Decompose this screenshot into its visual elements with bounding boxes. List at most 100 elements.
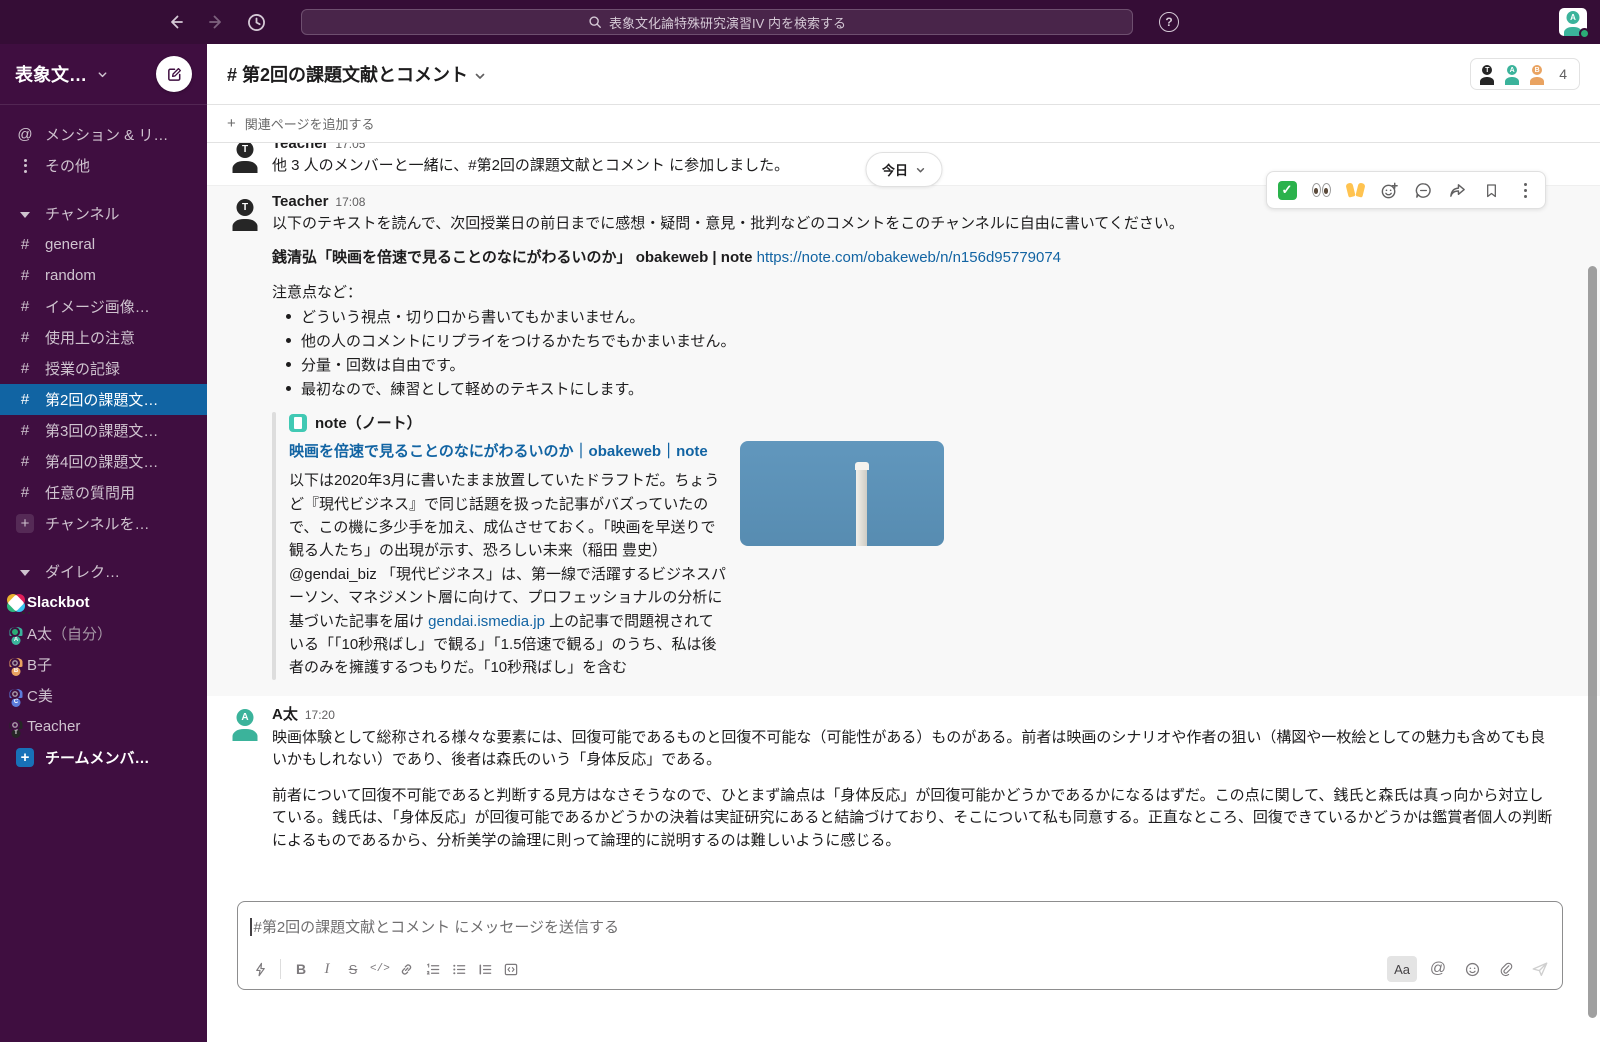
invite-members-button[interactable]: + チームメンバ… <box>0 742 207 773</box>
add-bookmark-label: 関連ページを追加する <box>245 114 375 133</box>
message-timestamp[interactable]: 17:08 <box>335 195 365 209</box>
channel-label: 授業の記録 <box>45 358 120 379</box>
message-input[interactable]: #第2回の課題文献とコメント にメッセージを送信する <box>238 902 1562 949</box>
message-author[interactable]: Teacher <box>272 143 328 152</box>
channels-section-header[interactable]: チャンネル <box>0 198 207 229</box>
sidebar-channel-week2-active[interactable]: #第2回の課題文… <box>0 384 207 415</box>
text-caret <box>250 918 252 936</box>
workspace-header[interactable]: 表象文… <box>0 44 207 105</box>
message-author[interactable]: A太 <box>272 703 298 724</box>
sidebar-channel-random[interactable]: #random <box>0 260 207 291</box>
ordered-list-button[interactable] <box>420 956 446 982</box>
hash-icon: # <box>16 360 34 377</box>
member-avatar: A <box>1501 63 1523 85</box>
bullet-item: どういう視点・切り口から書いてもかまいません。 <box>272 306 1556 330</box>
arrow-left-icon <box>166 12 186 32</box>
channel-label: 任意の質問用 <box>45 482 135 503</box>
attach-file-button[interactable] <box>1493 956 1519 982</box>
collapse-triangle-icon <box>16 210 34 218</box>
unfurl-title-link[interactable]: 映画を倍速で見ることのなにがわるいのか｜obakeweb｜note <box>289 440 727 463</box>
dms-section-header[interactable]: ダイレク… <box>0 556 207 587</box>
unfurl-thumbnail-image[interactable] <box>740 441 944 546</box>
bold-button[interactable]: B <box>288 956 314 982</box>
compose-button[interactable] <box>156 56 192 92</box>
avatar[interactable]: T <box>227 195 263 231</box>
sidebar-channel-usage-notes[interactable]: #使用上の注意 <box>0 322 207 353</box>
send-button[interactable] <box>1527 956 1553 982</box>
main-pane: # 第2回の課題文献とコメント T A B 4 + 関連ページを追加する 今日 … <box>207 44 1600 1042</box>
bookmarks-bar[interactable]: + 関連ページを追加する <box>207 105 1600 143</box>
avatar[interactable]: A <box>227 705 263 741</box>
reference-title: 銭清弘「映画を倍速で見ることのなにがわるいのか」 obakeweb | note <box>272 249 752 266</box>
reply-thread-button[interactable] <box>1407 175 1439 205</box>
sidebar-channel-images[interactable]: #イメージ画像… <box>0 291 207 322</box>
italic-button[interactable]: I <box>314 956 340 982</box>
compose-icon <box>166 66 183 83</box>
add-reaction-button[interactable] <box>1373 175 1405 205</box>
sidebar-channel-week3[interactable]: #第3回の課題文… <box>0 415 207 446</box>
link-preview: note（ノート） 映画を倍速で見ることのなにがわるいのか｜obakeweb｜n… <box>272 412 1556 680</box>
back-button[interactable] <box>166 12 186 32</box>
mention-button[interactable]: @ <box>1425 956 1451 982</box>
bulleted-list-button[interactable] <box>446 956 472 982</box>
add-reaction-icon <box>1380 181 1399 200</box>
send-icon <box>1531 960 1549 978</box>
dm-teacher[interactable]: T Teacher <box>0 711 207 742</box>
message-author[interactable]: Teacher <box>272 193 328 210</box>
hide-formatting-button[interactable]: Aa <box>1387 956 1417 982</box>
dm-label: Teacher <box>27 718 80 735</box>
reference-url-link[interactable]: https://note.com/obakeweb/n/n156d9577907… <box>757 249 1061 266</box>
strikethrough-button[interactable]: S <box>340 956 366 982</box>
gendai-link[interactable]: gendai.ismedia.jp <box>428 613 545 630</box>
message-timestamp[interactable]: 17:20 <box>305 708 335 722</box>
channel-title[interactable]: # 第2回の課題文献とコメント <box>227 61 486 87</box>
help-button[interactable]: ? <box>1159 12 1179 32</box>
search-input[interactable]: 表象文化論特殊研究演習IV 内を検索する <box>301 9 1133 35</box>
blockquote-button[interactable] <box>472 956 498 982</box>
message-teacher: T Teacher 17:08 以下のテキストを読んで、次回授業日の前日までに感… <box>207 185 1600 696</box>
sidebar-channel-class-records[interactable]: # 授業の記録 <box>0 353 207 384</box>
dm-ata-self[interactable]: A A太（自分） <box>0 618 207 649</box>
add-channel-button[interactable]: +チャンネルを… <box>0 508 207 539</box>
message-timestamp[interactable]: 17:05 <box>335 143 365 151</box>
react-eyes-button[interactable] <box>1305 175 1337 205</box>
toolbar-divider <box>280 959 281 979</box>
inline-code-button[interactable]: </> <box>366 956 394 982</box>
share-message-button[interactable] <box>1441 175 1473 205</box>
bullet-icon <box>286 386 291 391</box>
composer-area: #第2回の課題文献とコメント にメッセージを送信する B I S </> <box>237 901 1563 990</box>
bookmark-icon <box>1483 182 1500 199</box>
user-avatar[interactable]: A <box>1559 8 1587 36</box>
sidebar-item-mentions[interactable]: @ メンション & リ… <box>0 119 207 150</box>
link-button[interactable] <box>394 956 420 982</box>
forward-button[interactable] <box>206 12 226 32</box>
dm-cmi[interactable]: C C美 <box>0 680 207 711</box>
react-check-button[interactable]: ✓ <box>1271 175 1303 205</box>
avatar[interactable]: T <box>227 143 263 173</box>
lightning-icon <box>253 962 268 977</box>
more-actions-button[interactable] <box>1509 175 1541 205</box>
date-divider-pill[interactable]: 今日 <box>865 152 942 187</box>
composer-toolbar: B I S </> Aa <box>238 949 1562 989</box>
channel-members-button[interactable]: T A B 4 <box>1470 58 1580 90</box>
sidebar-channel-week4[interactable]: #第4回の課題文… <box>0 446 207 477</box>
shortcuts-button[interactable] <box>247 956 273 982</box>
plus-icon: + <box>16 514 34 533</box>
emoji-picker-button[interactable] <box>1459 956 1485 982</box>
question-icon: ? <box>1165 15 1172 29</box>
emoji-icon <box>1464 961 1481 978</box>
channel-header: # 第2回の課題文献とコメント T A B 4 <box>207 44 1600 105</box>
sidebar-channel-questions[interactable]: #任意の質問用 <box>0 477 207 508</box>
code-block-button[interactable] <box>498 956 524 982</box>
message-paragraph: 映画体験として総称される様々な要素には、回復可能であるものと回復不可能な（可能性… <box>272 727 1556 772</box>
save-bookmark-button[interactable] <box>1475 175 1507 205</box>
dm-bko[interactable]: B B子 <box>0 649 207 680</box>
sidebar-item-more[interactable]: その他 <box>0 150 207 181</box>
history-button[interactable] <box>246 12 267 33</box>
sidebar-channel-general[interactable]: #general <box>0 229 207 260</box>
channel-label: 第2回の課題文… <box>45 389 158 410</box>
vertical-scrollbar[interactable] <box>1588 266 1597 1018</box>
react-raised-hands-button[interactable] <box>1339 175 1371 205</box>
dm-slackbot[interactable]: Slackbot <box>0 587 207 618</box>
note-app-icon <box>289 414 307 432</box>
